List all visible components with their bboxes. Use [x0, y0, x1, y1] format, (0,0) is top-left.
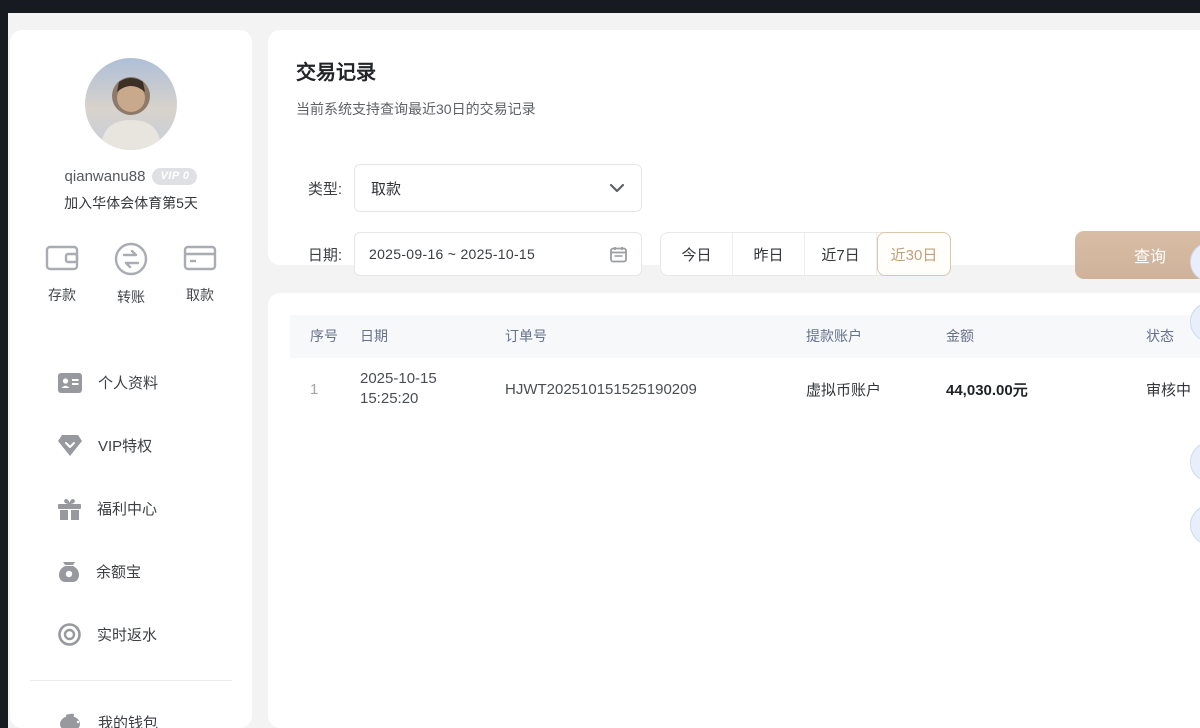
sidebar-item-wallet[interactable]: 我的钱包: [58, 691, 252, 728]
sidebar-item-vip[interactable]: VIP特权: [58, 414, 252, 477]
th-amount: 金额: [946, 315, 974, 358]
id-card-icon: [58, 373, 82, 393]
quick-actions: 存款 转账 取款: [10, 241, 252, 307]
sidebar-item-rebate[interactable]: 实时返水: [58, 603, 252, 666]
th-account: 提款账户: [806, 315, 862, 358]
th-order-no: 订单号: [505, 315, 547, 358]
avatar[interactable]: [85, 58, 177, 150]
deposit-button[interactable]: 存款: [44, 241, 80, 307]
coin-icon: [58, 623, 81, 646]
type-select-value: 取款: [371, 178, 401, 199]
sidebar-item-label: 福利中心: [97, 498, 157, 519]
vip-badge: VIP 0: [152, 168, 197, 185]
quick-action-label: 取款: [186, 285, 214, 305]
window-top-edge: [0, 0, 1200, 13]
sidebar-item-label: 实时返水: [97, 624, 157, 645]
transaction-table-card: 序号 日期 订单号 提款账户 金额 状态 1 2025-10-15 15:25:…: [268, 293, 1200, 728]
sidebar-item-label: 个人资料: [98, 372, 158, 393]
money-pouch-icon: [58, 561, 80, 583]
search-button[interactable]: 查询: [1075, 231, 1200, 279]
sidebar-item-yuebao[interactable]: 余额宝: [58, 540, 252, 603]
bank-card-icon: [182, 241, 218, 275]
th-index: 序号: [310, 315, 338, 358]
range-7days-button[interactable]: 近7日: [805, 233, 877, 275]
window-left-edge: [0, 0, 8, 728]
sidebar-item-profile[interactable]: 个人资料: [58, 351, 252, 414]
cell-date: 2025-10-15 15:25:20: [360, 358, 437, 420]
sidebar: qianwanu88 VIP 0 加入华体会体育第5天 存款 转账 取款: [10, 30, 252, 728]
cell-order-no: HJWT202510151525190209: [505, 358, 697, 420]
cell-account: 虚拟币账户: [806, 358, 881, 420]
wallet-icon: [44, 241, 80, 275]
cell-date-day: 2025-10-15: [360, 369, 437, 389]
type-select[interactable]: 取款: [354, 164, 642, 212]
cell-date-time: 15:25:20: [360, 389, 418, 409]
table-header-row: 序号 日期 订单号 提款账户 金额 状态: [290, 315, 1200, 358]
range-30days-button[interactable]: 近30日: [877, 232, 951, 276]
sidebar-item-welfare[interactable]: 福利中心: [58, 477, 252, 540]
th-date: 日期: [360, 315, 388, 358]
range-yesterday-button[interactable]: 昨日: [733, 233, 805, 275]
range-today-button[interactable]: 今日: [661, 233, 733, 275]
gift-icon: [58, 498, 81, 520]
withdraw-button[interactable]: 取款: [182, 241, 218, 307]
date-label: 日期:: [284, 244, 342, 265]
transfer-icon: [113, 241, 149, 277]
sidebar-item-label: 余额宝: [96, 561, 141, 582]
calendar-icon: [610, 246, 627, 263]
piggy-bank-icon: [58, 712, 82, 728]
page-subtitle: 当前系统支持查询最近30日的交易记录: [296, 99, 1200, 119]
table-row: 1 2025-10-15 15:25:20 HJWT20251015152519…: [290, 358, 1200, 420]
username: qianwanu88: [65, 168, 146, 185]
th-status: 状态: [1146, 315, 1174, 358]
menu-divider: [30, 680, 232, 681]
type-filter-row: 类型: 取款: [284, 164, 642, 212]
person-portrait-icon: [85, 58, 177, 150]
cell-status: 审核中: [1146, 358, 1191, 420]
date-filter-row: 日期: 2025-09-16 ~ 2025-10-15 今日 昨日 近7日 近3…: [284, 232, 951, 276]
quick-action-label: 存款: [48, 285, 76, 305]
user-row: qianwanu88 VIP 0: [10, 168, 252, 185]
date-range-input[interactable]: 2025-09-16 ~ 2025-10-15: [354, 232, 642, 276]
cell-amount: 44,030.00元: [946, 358, 1028, 420]
sidebar-item-label: VIP特权: [98, 435, 152, 456]
transfer-button[interactable]: 转账: [113, 241, 149, 307]
page-title: 交易记录: [296, 56, 1200, 85]
sidebar-item-label: 我的钱包: [98, 712, 158, 728]
transaction-filter-card: 交易记录 当前系统支持查询最近30日的交易记录 类型: 取款 日期: 2025-…: [268, 30, 1200, 265]
type-label: 类型:: [284, 178, 342, 199]
date-range-value: 2025-09-16 ~ 2025-10-15: [369, 246, 535, 262]
cell-index: 1: [310, 358, 318, 420]
gem-icon: [58, 435, 82, 456]
join-days-text: 加入华体会体育第5天: [10, 193, 252, 213]
chevron-down-icon: [609, 183, 625, 193]
quick-range-group: 今日 昨日 近7日 近30日: [660, 232, 951, 276]
sidebar-menu: 个人资料 VIP特权 福利中心 余额宝: [10, 351, 252, 728]
quick-action-label: 转账: [117, 287, 145, 307]
